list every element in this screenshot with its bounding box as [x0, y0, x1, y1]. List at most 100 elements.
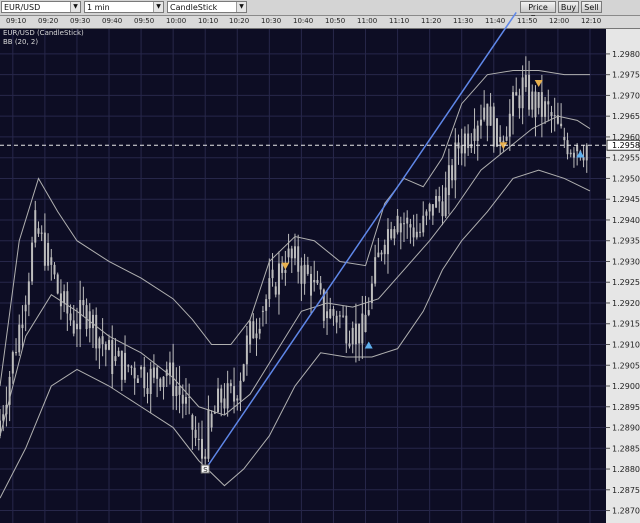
candle-body	[194, 429, 197, 438]
candle-body	[149, 368, 152, 394]
candle-body	[380, 252, 383, 255]
candle-body	[290, 248, 293, 259]
candle-body	[104, 344, 107, 350]
price-tick-label: 1.2920	[612, 299, 640, 308]
candle-body	[15, 352, 18, 354]
price-tick-label: 1.2880	[612, 465, 640, 474]
price-chart[interactable]: 1.29801.29751.29701.29651.29601.29551.29…	[0, 0, 640, 523]
candle-body	[399, 223, 402, 233]
candle-body	[159, 378, 162, 388]
candle-body	[306, 264, 309, 274]
candle-body	[515, 92, 518, 96]
candle-body	[207, 409, 210, 459]
candle-body	[258, 328, 261, 334]
candle-body	[396, 215, 399, 233]
candle-body	[284, 270, 287, 273]
candle-body	[435, 195, 438, 208]
price-tick-label: 1.2890	[612, 424, 640, 433]
candle-body	[21, 324, 24, 329]
candle-body	[508, 113, 511, 137]
candle-body	[63, 291, 66, 303]
price-tick-label: 1.2970	[612, 91, 640, 100]
candle-body	[120, 350, 123, 380]
candle-body	[261, 310, 264, 312]
candle-body	[69, 313, 72, 321]
candle-body	[293, 246, 296, 259]
candle-body	[300, 265, 303, 284]
candle-body	[495, 118, 498, 147]
candle-body	[265, 299, 268, 311]
candle-body	[345, 315, 348, 344]
candle-body	[239, 380, 242, 401]
candle-body	[438, 195, 441, 202]
candle-body	[181, 394, 184, 404]
price-tick-label: 1.2915	[612, 320, 640, 329]
candle-body	[53, 264, 56, 275]
candle-body	[463, 133, 466, 154]
candle-body	[297, 246, 300, 272]
candle-body	[59, 293, 62, 307]
candle-body	[18, 324, 21, 353]
price-tick-label: 1.2885	[612, 444, 640, 453]
price-tick-label: 1.2980	[612, 50, 640, 59]
candle-body	[544, 101, 547, 117]
candle-body	[226, 383, 229, 409]
candle-body	[37, 228, 40, 234]
candle-body	[152, 367, 155, 378]
candle-body	[393, 229, 396, 239]
candle-body	[217, 388, 220, 412]
candle-body	[403, 223, 405, 225]
candle-body	[332, 309, 335, 316]
candle-body	[140, 366, 143, 370]
candle-body	[518, 95, 521, 109]
candle-body	[88, 311, 91, 329]
price-tick-label: 1.2900	[612, 382, 640, 391]
candle-body	[124, 352, 127, 380]
candle-body	[351, 327, 354, 345]
candle-body	[409, 224, 412, 228]
candle-body	[197, 438, 200, 440]
candle-body	[249, 321, 252, 345]
candle-body	[576, 145, 579, 152]
candle-body	[342, 315, 345, 317]
candle-body	[313, 280, 316, 283]
candle-body	[220, 388, 223, 403]
candle-body	[560, 123, 563, 127]
candle-body	[505, 136, 508, 141]
candle-body	[117, 350, 120, 357]
candle-body	[146, 388, 149, 394]
candle-body	[108, 340, 111, 350]
candle-body	[441, 201, 444, 217]
candle-body	[303, 264, 306, 284]
candle-body	[143, 366, 146, 389]
candle-body	[168, 362, 171, 376]
candle-body	[569, 152, 572, 155]
candle-body	[136, 378, 139, 383]
candle-body	[223, 398, 226, 409]
candle-body	[233, 386, 236, 402]
price-tick-label: 1.2910	[612, 340, 640, 349]
candle-body	[236, 398, 239, 401]
candle-body	[534, 91, 537, 118]
candle-body	[412, 227, 415, 238]
candle-body	[537, 92, 540, 108]
candle-body	[130, 366, 133, 368]
candle-body	[499, 136, 502, 142]
candle-body	[72, 320, 75, 334]
candle-body	[75, 323, 78, 330]
candle-body	[242, 364, 245, 381]
candle-body	[201, 438, 203, 459]
candle-body	[489, 106, 492, 126]
candle-body	[191, 415, 194, 430]
candle-body	[319, 283, 322, 290]
candle-body	[483, 107, 486, 120]
candle-body	[479, 119, 482, 126]
price-tick-label: 1.2940	[612, 216, 640, 225]
candle-body	[364, 314, 367, 333]
candle-body	[358, 323, 361, 344]
candle-body	[444, 187, 447, 217]
candle-body	[91, 314, 94, 329]
candle-body	[406, 217, 409, 224]
candle-body	[585, 144, 588, 161]
candle-body	[572, 152, 575, 158]
